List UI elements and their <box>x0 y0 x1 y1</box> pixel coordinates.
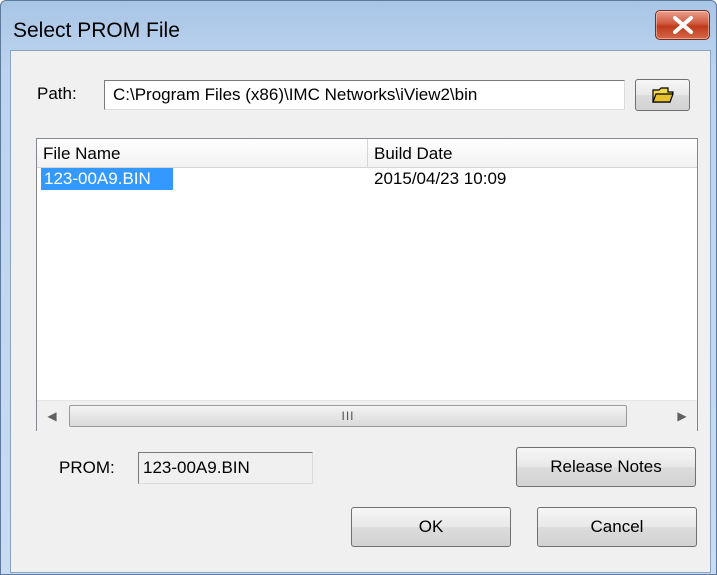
close-x-icon <box>672 16 693 34</box>
table-row[interactable]: 123-00A9.BIN 2015/04/23 10:09 <box>37 167 697 191</box>
column-header-file-name[interactable]: File Name <box>37 139 368 167</box>
column-header-build-date[interactable]: Build Date <box>368 139 697 167</box>
prom-value-field: 123-00A9.BIN <box>138 452 313 484</box>
horizontal-scrollbar[interactable]: ◀ III ▶ <box>37 400 697 431</box>
dialog-client-area: Path: C:\Program Files (x86)\IMC Network… <box>10 50 711 573</box>
scroll-left-arrow-icon[interactable]: ◀ <box>37 401 67 431</box>
ok-button[interactable]: OK <box>351 507 511 547</box>
window-title: Select PROM File <box>13 19 180 42</box>
close-button[interactable] <box>655 10 710 40</box>
file-list[interactable]: File Name Build Date 123-00A9.BIN 2015/0… <box>36 138 698 431</box>
build-date-cell: 2015/04/23 10:09 <box>374 169 507 188</box>
release-notes-button[interactable]: Release Notes <box>516 447 696 487</box>
scroll-right-arrow-icon[interactable]: ▶ <box>667 401 697 431</box>
scrollbar-grip: III <box>341 409 355 423</box>
file-list-header: File Name Build Date <box>37 139 697 168</box>
prom-label: PROM: <box>59 458 115 477</box>
dialog-window: Select PROM File Path: C:\Program Files … <box>0 0 717 575</box>
file-name-cell[interactable]: 123-00A9.BIN <box>41 168 173 190</box>
file-list-rows: 123-00A9.BIN 2015/04/23 10:09 <box>37 167 697 191</box>
path-input[interactable]: C:\Program Files (x86)\IMC Networks\iVie… <box>104 80 625 110</box>
path-label: Path: <box>37 84 77 103</box>
browse-folder-button[interactable] <box>635 79 690 111</box>
cancel-button[interactable]: Cancel <box>537 507 697 547</box>
scrollbar-thumb[interactable]: III <box>69 405 627 427</box>
folder-open-icon <box>651 87 674 103</box>
